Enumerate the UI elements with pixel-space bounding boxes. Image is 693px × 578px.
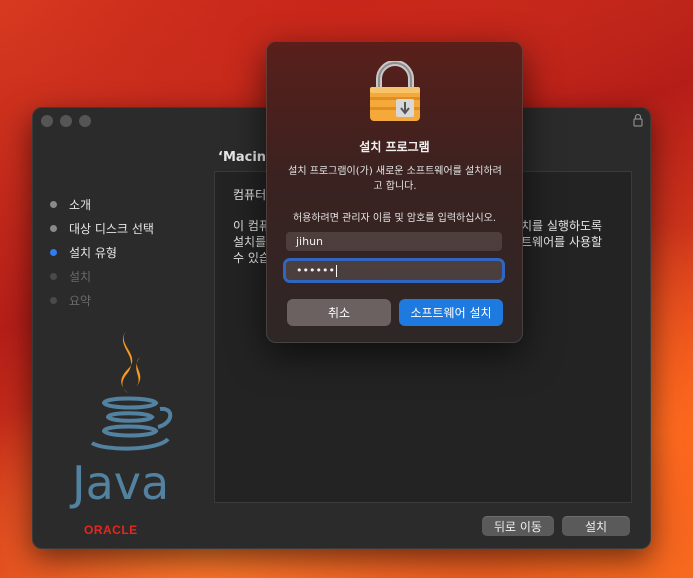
dialog-hint: 허용하려면 관리자 이름 및 암호를 입력하십시오. — [292, 213, 497, 224]
java-logo: Java — [69, 331, 173, 510]
lock-icon — [633, 113, 643, 127]
install-software-button[interactable]: 소프트웨어 설치 — [399, 299, 503, 326]
install-button[interactable]: 설치 — [562, 516, 630, 536]
padlock-icon — [370, 61, 420, 121]
content-line: 수 있습 — [233, 251, 270, 265]
dialog-message: 설치 프로그램이(가) 새로운 소프트웨어를 설치하려고 합니다. — [288, 166, 502, 192]
step-dot-icon — [50, 296, 57, 304]
content-heading: 컴퓨터 — [233, 188, 267, 202]
step-dot-icon — [50, 248, 57, 256]
step-install: 설치 — [50, 264, 154, 288]
java-wordmark: Java — [69, 456, 169, 510]
minimize-window-button[interactable] — [60, 115, 72, 127]
steps-sidebar: 소개 대상 디스크 선택 설치 유형 설치 요약 — [50, 192, 154, 312]
content-line: 트웨어를 사용할 — [521, 235, 603, 249]
step-dot-icon — [50, 224, 57, 232]
back-button[interactable]: 뒤로 이동 — [482, 516, 554, 536]
password-mask: •••••• — [296, 264, 335, 277]
text-caret — [335, 265, 337, 277]
content-line: 치를 실행하도록 — [521, 219, 603, 233]
step-summary: 요약 — [50, 288, 154, 312]
step-install-type: 설치 유형 — [50, 240, 154, 264]
content-line: 설치를 — [233, 235, 267, 249]
content-body-right: 치를 실행하도록 트웨어를 사용할 — [521, 218, 602, 250]
dialog-title: 설치 프로그램 — [359, 140, 430, 154]
content-body-left: 이 컴퓨 설치를 수 있습 — [233, 218, 270, 266]
password-field[interactable]: •••••• — [286, 261, 502, 280]
step-label: 설치 유형 — [69, 245, 117, 260]
step-dot-icon — [50, 200, 57, 208]
close-window-button[interactable] — [41, 115, 53, 127]
auth-dialog: 설치 프로그램 설치 프로그램이(가) 새로운 소프트웨어를 설치하려고 합니다… — [266, 41, 523, 343]
content-line: 이 컴퓨 — [233, 219, 270, 233]
username-field[interactable]: jihun — [286, 232, 502, 251]
step-intro: 소개 — [50, 192, 154, 216]
zoom-window-button[interactable] — [79, 115, 91, 127]
step-destination: 대상 디스크 선택 — [50, 216, 154, 240]
step-label: 요약 — [69, 293, 92, 308]
step-label: 대상 디스크 선택 — [69, 221, 154, 236]
oracle-logo: ORACLE — [84, 523, 138, 537]
cancel-button[interactable]: 취소 — [287, 299, 391, 326]
step-dot-icon — [50, 272, 57, 280]
step-label: 소개 — [69, 197, 92, 212]
step-label: 설치 — [69, 269, 92, 284]
